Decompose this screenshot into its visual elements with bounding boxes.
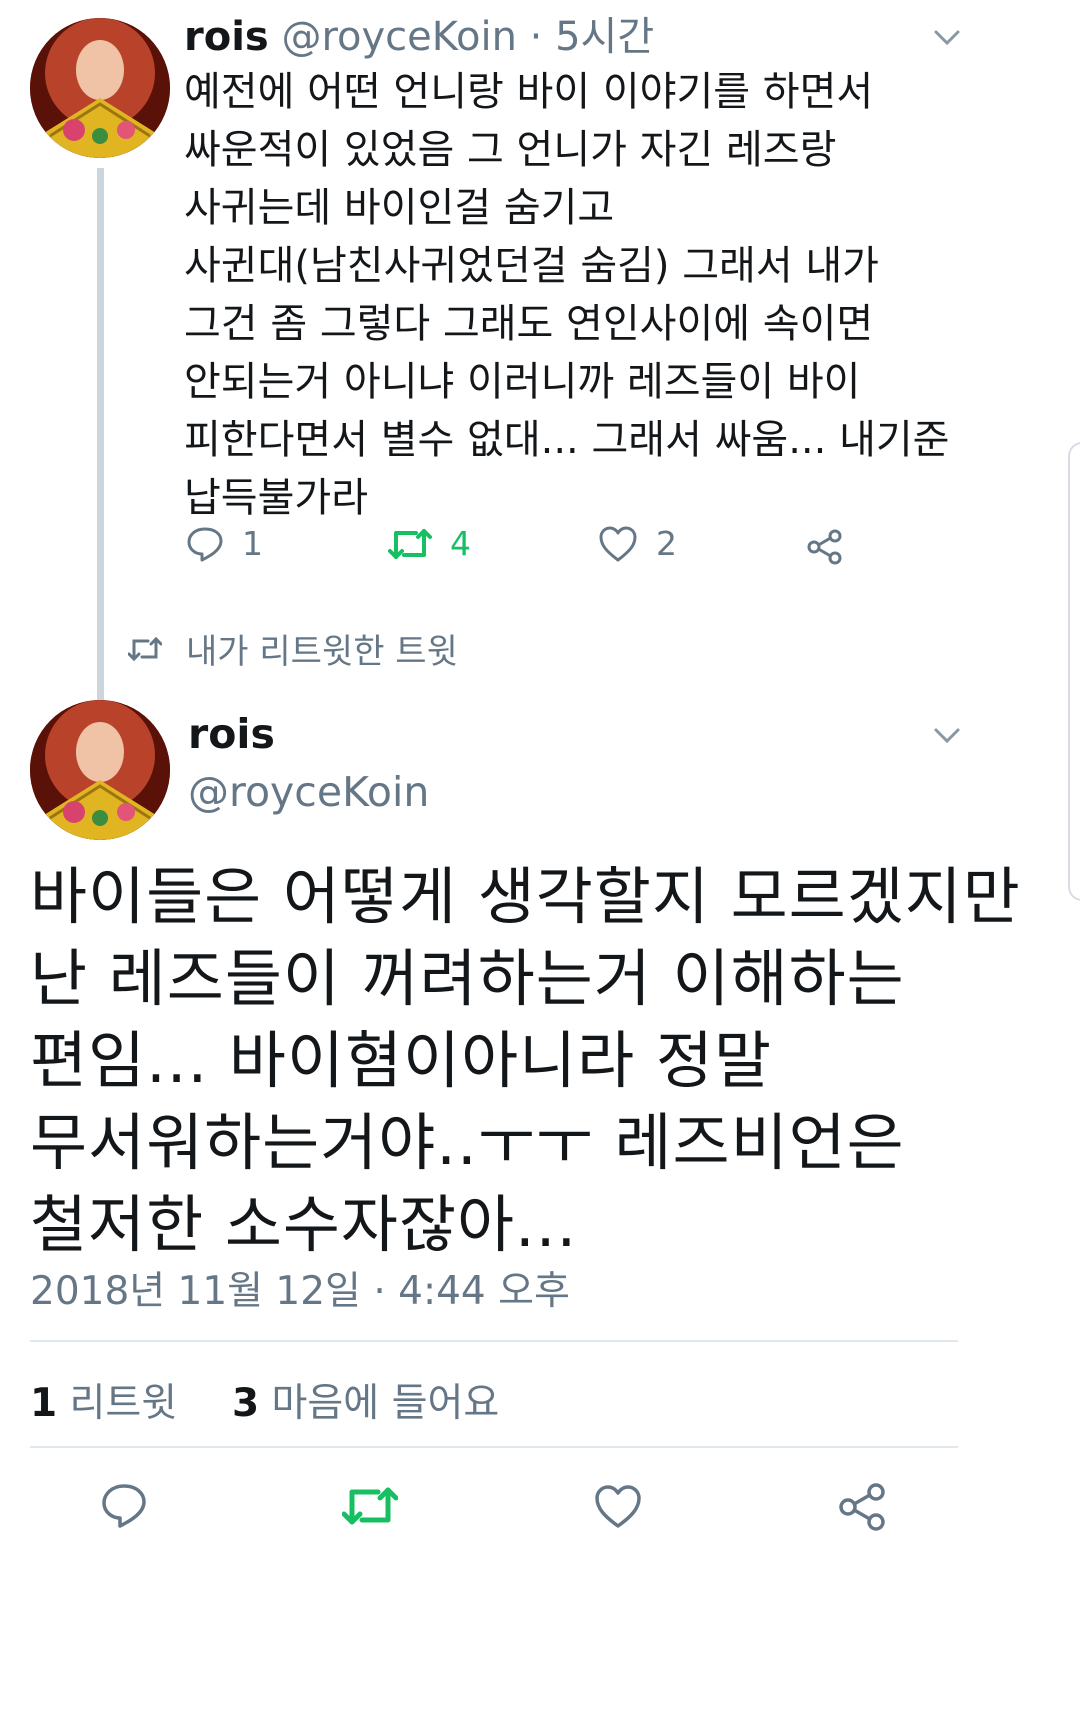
tweet-text-line: 납득불가라 [184, 475, 368, 521]
avatar[interactable] [30, 700, 170, 840]
tweet-stats: 1 리트윗 3 마음에 들어요 [30, 1372, 499, 1428]
tweet-text-line: 그건 좀 그렇다 그래도 연인사이에 속이면 [184, 301, 874, 347]
like-count: 2 [656, 524, 677, 563]
handle[interactable]: @royceKoin [281, 14, 517, 60]
retweets-label: 리트윗 [69, 1381, 178, 1426]
divider [30, 1340, 958, 1342]
retweeted-label: 내가 리트윗한 트윗 [186, 632, 458, 672]
avatar-image [30, 700, 170, 840]
share-icon[interactable] [838, 1482, 888, 1532]
reply-count: 1 [242, 524, 263, 563]
tweet-text-line: 싸운적이 있었음 그 언니가 자긴 레즈랑 [184, 127, 837, 173]
share-icon[interactable] [806, 528, 844, 566]
retweets-stat[interactable]: 1 리트윗 [30, 1381, 177, 1426]
tweet-header: rois @royceKoin · 5시간 [184, 12, 654, 62]
likes-label: 마음에 들어요 [271, 1381, 500, 1426]
heart-icon[interactable] [594, 1484, 642, 1530]
tweet-text-line: 난 레즈들이 꺼려하는거 이해하는 [30, 942, 905, 1015]
retweet-count: 4 [450, 524, 471, 563]
reply-icon [187, 527, 223, 561]
tweet-text-line: 사귀는데 바이인걸 숨기고 [184, 185, 615, 231]
heart-icon [599, 526, 637, 561]
tweet-text-line: 사귄대(남친사귀었던걸 숨김) 그래서 내가 [184, 243, 879, 289]
chevron-down-icon[interactable] [932, 720, 962, 750]
retweet-icon [128, 636, 162, 661]
separator: · [529, 14, 543, 60]
retweet-icon [388, 528, 432, 559]
retweets-count: 1 [30, 1381, 58, 1426]
tweet-text-line: 편임... 바이혐이아니라 정말 [30, 1024, 772, 1097]
avatar-image [30, 18, 170, 158]
tweet-text-line: 무서워하는거야..ㅜㅜ 레즈비언은 [30, 1106, 905, 1179]
tweet-text: 예전에 어떤 언니랑 바이 이야기를 하면서 싸운적이 있었음 그 언니가 자긴… [184, 63, 1044, 527]
timestamp[interactable]: 5시간 [555, 14, 654, 60]
chevron-down-icon[interactable] [932, 22, 962, 52]
tweet-text-line: 피한다면서 별수 없대... 그래서 싸움... 내기준 [184, 417, 950, 463]
retweet-button[interactable]: 4 [388, 524, 471, 563]
main-tweet-text: 바이들은 어떻게 생각할지 모르겠지만 난 레즈들이 꺼려하는거 이해하는 편임… [30, 856, 1050, 1266]
tweet-timestamp[interactable]: 2018년 11월 12일 · 4:44 오후 [30, 1260, 570, 1316]
reply-button[interactable]: 1 [186, 524, 263, 563]
handle[interactable]: @royceKoin [188, 768, 429, 816]
tweet-text-line: 예전에 어떤 언니랑 바이 이야기를 하면서 [184, 69, 874, 115]
tweet-text-line: 안되는거 아니냐 이러니까 레즈들이 바이 [184, 359, 861, 405]
likes-count: 3 [232, 1381, 260, 1426]
tweet-text-line: 바이들은 어떻게 생각할지 모르겠지만 [30, 860, 1021, 933]
display-name[interactable]: rois [188, 710, 275, 758]
divider [30, 1446, 958, 1448]
thread-line [97, 168, 104, 756]
retweeted-indicator: 내가 리트윗한 트윗 [128, 624, 458, 673]
scrollbar[interactable] [1068, 442, 1080, 901]
reply-icon[interactable] [100, 1482, 148, 1530]
retweet-icon[interactable] [342, 1484, 398, 1528]
tweet-text-line: 철저한 소수자잖아... [30, 1188, 578, 1261]
display-name[interactable]: rois [184, 14, 269, 60]
avatar[interactable] [30, 18, 170, 158]
like-button[interactable]: 2 [598, 524, 677, 563]
likes-stat[interactable]: 3 마음에 들어요 [232, 1381, 499, 1426]
